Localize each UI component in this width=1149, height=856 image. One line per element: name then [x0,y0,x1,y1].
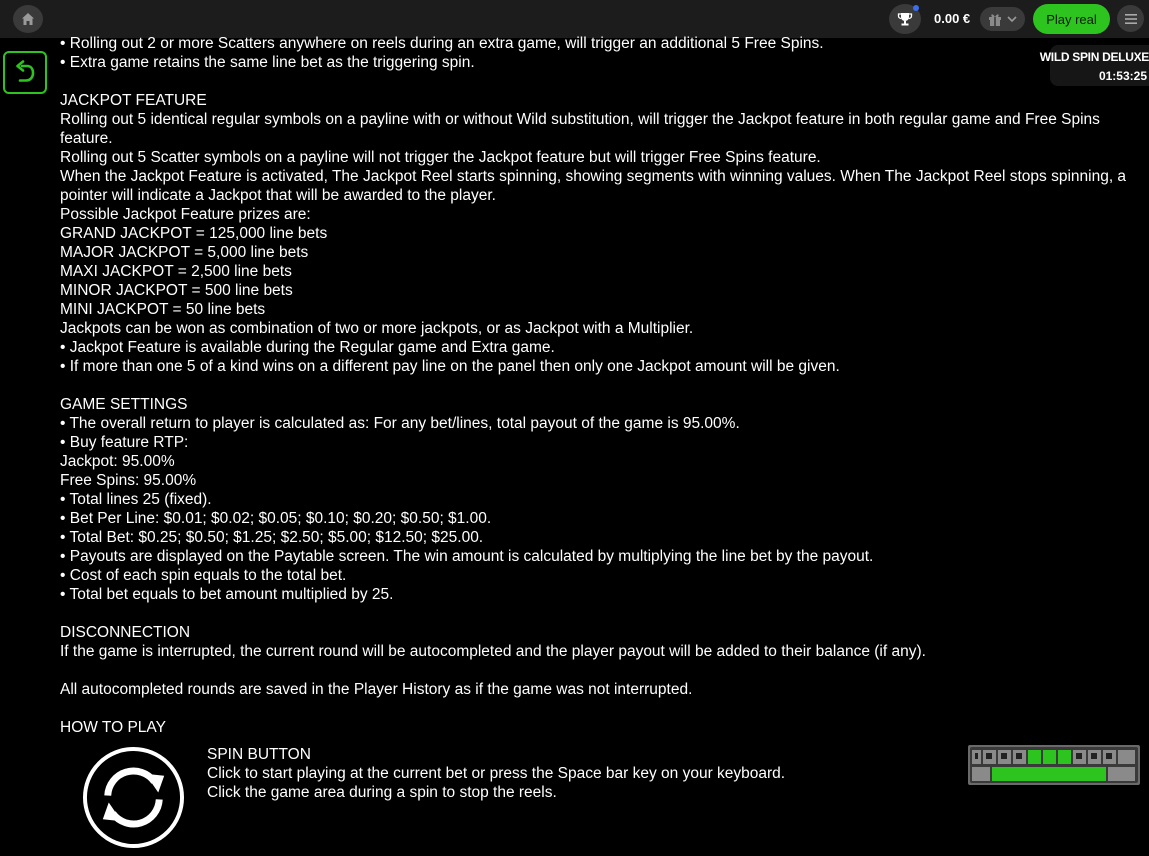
section-heading-how-to-play: HOW TO PLAY [60,719,166,736]
rules-text-line: • Total Bet: $0.25; $0.50; $1.25; $2.50;… [60,529,484,546]
rules-text-line: Click to start playing at the current be… [207,765,786,782]
rules-text-line: If the game is interrupted, the current … [60,643,926,660]
session-clock: 01:53:25 [1098,69,1147,83]
menu-button[interactable] [1117,5,1144,32]
rules-text-line: • Total lines 25 (fixed). [60,491,212,508]
back-arrow-icon [16,59,35,82]
jackpot-prize-line: GRAND JACKPOT = 125,000 line bets [60,225,328,242]
rules-text-line: Jackpot: 95.00% [60,453,175,470]
jackpot-prize-line: MAJOR JACKPOT = 5,000 line bets [60,244,309,261]
rules-text-line: • Rolling out 2 or more Scatters anywher… [60,35,824,52]
rules-text-line: Click the game area during a spin to sto… [207,784,557,801]
game-title: WILD SPIN DELUXE [1039,50,1149,64]
rules-text-line: All autocompleted rounds are saved in th… [60,681,693,698]
home-icon [22,13,34,25]
jackpot-prize-line: MINOR JACKPOT = 500 line bets [60,282,293,299]
jackpot-prize-line: MAXI JACKPOT = 2,500 line bets [60,263,292,280]
bonus-dropdown-button[interactable] [980,7,1025,31]
rules-text-line: • Buy feature RTP: [60,434,189,451]
section-heading-settings: GAME SETTINGS [60,396,188,413]
rules-text-line: • Bet Per Line: $0.01; $0.02; $0.05; $0.… [60,510,492,527]
chevron-down-icon [1007,16,1017,23]
leaderboard-button[interactable] [889,4,921,34]
trophy-icon [897,13,913,26]
game-info-badge: WILD SPIN DELUXE 01:53:25 [1040,45,1149,86]
jackpot-prize-line: MINI JACKPOT = 50 line bets [60,301,266,318]
rules-text-line: • Cost of each spin equals to the total … [60,567,347,584]
notification-dot [913,5,919,11]
rules-text-line: Rolling out 5 identical regular symbols … [60,111,1100,128]
rules-text-line: feature. [60,130,113,147]
rules-text-line: pointer will indicate a Jackpot that wil… [60,187,496,204]
rules-text-line: • The overall return to player is calcul… [60,415,740,432]
rules-text-line: When the Jackpot Feature is activated, T… [60,168,1127,185]
rules-text-line: • Jackpot Feature is available during th… [60,339,555,356]
hamburger-menu-icon [1124,13,1137,24]
rules-text-line: Jackpots can be won as combination of tw… [60,320,694,337]
rules-text-line: Possible Jackpot Feature prizes are: [60,206,311,223]
top-bar: 0.00 € Play real [0,0,1149,38]
back-button[interactable] [3,51,47,94]
spin-refresh-icon [82,746,185,849]
rules-text-line: • If more than one 5 of a kind wins on a… [60,358,840,375]
rules-text-line: • Extra game retains the same line bet a… [60,54,475,71]
balance-amount: 0.00 € [934,11,971,26]
rules-text-line: Rolling out 5 Scatter symbols on a payli… [60,149,821,166]
home-button[interactable] [13,5,43,33]
spin-button-title: SPIN BUTTON [207,746,311,763]
play-real-button[interactable]: Play real [1033,4,1110,34]
rules-text-line: • Total bet equals to bet amount multipl… [60,586,394,603]
section-heading-jackpot: JACKPOT FEATURE [60,92,207,109]
keyboard-icon [968,745,1140,785]
rules-text-line: • Payouts are displayed on the Paytable … [60,548,874,565]
section-heading-disconnection: DISCONNECTION [60,624,191,641]
rules-text-line: Free Spins: 95.00% [60,472,197,489]
gift-icon [989,14,1001,26]
